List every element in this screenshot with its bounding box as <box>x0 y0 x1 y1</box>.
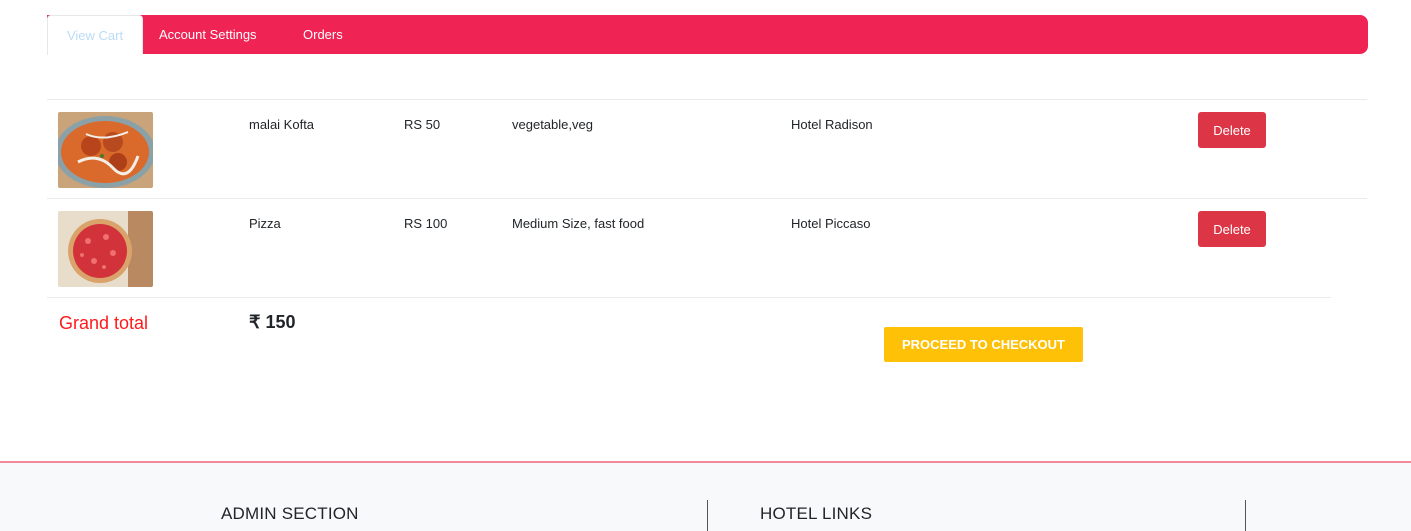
page: View Cart Account Settings Orders malai … <box>0 0 1411 531</box>
table-row: malai Kofta RS 50 vegetable,veg Hotel Ra… <box>47 99 1367 198</box>
delete-button[interactable]: Delete <box>1198 112 1266 148</box>
item-hotel: Hotel Piccaso <box>791 216 871 231</box>
item-price: RS 100 <box>404 216 448 231</box>
tab-view-cart[interactable]: View Cart <box>47 15 143 55</box>
admin-section-heading: ADMIN SECTION <box>221 504 359 523</box>
pizza-image <box>58 211 153 287</box>
footer-divider <box>1245 500 1246 531</box>
tab-orders[interactable]: Orders <box>303 15 343 54</box>
item-name: Pizza <box>249 216 281 231</box>
hotel-links-heading: HOTEL LINKS <box>760 504 873 523</box>
delete-button[interactable]: Delete <box>1198 211 1266 247</box>
footer: ADMIN SECTION HOTEL LINKS <box>0 461 1411 531</box>
table-row: Pizza RS 100 Medium Size, fast food Hote… <box>47 198 1367 297</box>
account-nav-tabs: View Cart Account Settings Orders <box>47 15 1368 55</box>
grand-total-value: ₹ 150 <box>249 312 296 332</box>
item-description: Medium Size, fast food <box>512 216 645 231</box>
item-description: vegetable,veg <box>512 117 593 132</box>
item-name: malai Kofta <box>249 117 315 132</box>
grand-total-label: Grand total <box>59 313 149 333</box>
cart-table: malai Kofta RS 50 vegetable,veg Hotel Ra… <box>47 99 1367 297</box>
item-price: RS 50 <box>404 117 441 132</box>
footer-divider <box>707 500 708 531</box>
grand-total-row: Grand total ₹ 150 PROCEED TO CHECKOUT <box>47 297 1331 387</box>
tab-account-settings[interactable]: Account Settings <box>159 15 257 54</box>
item-hotel: Hotel Radison <box>791 117 873 132</box>
proceed-to-checkout-button[interactable]: PROCEED TO CHECKOUT <box>884 327 1083 362</box>
malai-kofta-image <box>58 112 153 188</box>
